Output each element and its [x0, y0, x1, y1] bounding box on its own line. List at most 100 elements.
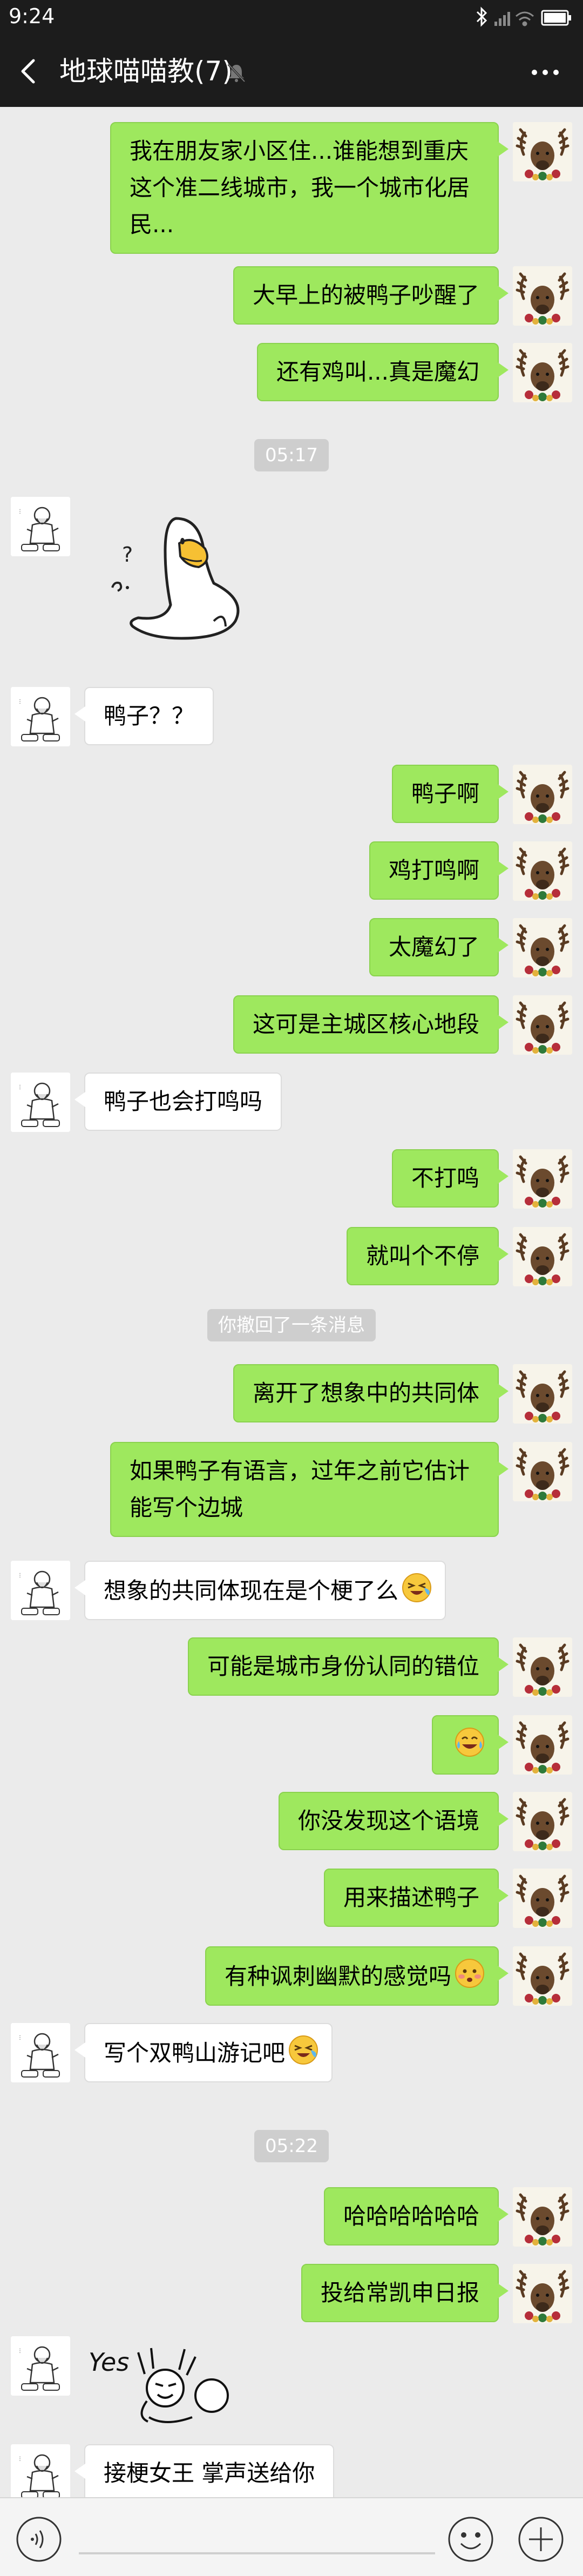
message-bubble[interactable]: 鸭子？？: [74, 687, 214, 745]
mute-bell-icon: [226, 62, 247, 83]
blush-emoji: [453, 1957, 484, 1988]
tears-of-joy-emoji: [453, 1726, 484, 1757]
avatar-moose[interactable]: [513, 1149, 572, 1209]
message-text: 这可是主城区核心地段: [252, 1011, 479, 1037]
message-bubble[interactable]: 写个双鸭山游记吧: [74, 2023, 333, 2082]
status-bar: 9:24: [0, 0, 583, 36]
message-bubble[interactable]: 有种讽刺幽默的感觉吗: [205, 1946, 509, 2006]
message-bubble[interactable]: 鸭子也会打鸣吗: [74, 1073, 282, 1131]
message-text: 还有鸡叫...真是魔幻: [276, 359, 479, 385]
chat-header: 地球喵喵教(7): [0, 36, 583, 107]
voice-icon[interactable]: [14, 2514, 64, 2564]
avatar-moose[interactable]: [513, 1364, 572, 1424]
message-text: 我在朋友家小区住...谁能想到重庆这个准二线城市，我一个城市化居民...: [130, 138, 470, 238]
avatar-sketch[interactable]: ⋮: [11, 1073, 70, 1132]
message-bubble[interactable]: 用来描述鸭子: [323, 1869, 509, 1927]
message-bubble[interactable]: 我在朋友家小区住...谁能想到重庆这个准二线城市，我一个城市化居民...: [110, 122, 509, 254]
message-text: 大早上的被鸭子吵醒了: [252, 282, 479, 308]
message-bubble[interactable]: 鸭子啊: [391, 765, 509, 823]
avatar-sketch[interactable]: ⋮: [11, 1561, 70, 1620]
avatar-moose[interactable]: [513, 1637, 572, 1697]
avatar-moose[interactable]: [513, 918, 572, 977]
input-bar: [0, 2497, 583, 2576]
message-bubble[interactable]: 可能是城市身份认同的错位: [187, 1637, 509, 1696]
message-bubble[interactable]: 鸡打鸣啊: [369, 841, 509, 900]
avatar-moose[interactable]: [513, 1946, 572, 2006]
message-text: 写个双鸭山游记吧: [104, 2040, 286, 2066]
message-text: 就叫个不停: [365, 1243, 479, 1269]
avatar-moose[interactable]: [513, 765, 572, 824]
message-text: 鸭子？？: [104, 703, 195, 729]
yes-sticker[interactable]: Yes: [84, 2336, 246, 2430]
system-notice: 你撤回了一条消息: [0, 1309, 583, 1341]
avatar-moose[interactable]: [513, 2264, 572, 2323]
message-text: 如果鸭子有语言，过年之前它估计能写个边城: [130, 1458, 470, 1521]
avatar-moose[interactable]: [513, 122, 572, 181]
question-mark: ?: [122, 543, 133, 567]
svg-text:⋮: ⋮: [17, 2035, 23, 2041]
message-bubble[interactable]: 哈哈哈哈哈哈: [323, 2187, 509, 2245]
timestamp: 05:22: [0, 2130, 583, 2162]
laugh-cry-emoji: [287, 2034, 318, 2065]
message-text: 投给常凯申日报: [320, 2280, 479, 2306]
signal-icon: [494, 12, 510, 26]
avatar-moose[interactable]: [513, 1792, 572, 1851]
svg-text:⋮: ⋮: [17, 1573, 23, 1579]
message-bubble[interactable]: 不打鸣: [391, 1149, 509, 1208]
message-bubble[interactable]: [432, 1715, 509, 1775]
message-text: 鸭子也会打鸣吗: [104, 1088, 263, 1115]
message-bubble[interactable]: 接梗女王 掌声送给你: [74, 2444, 335, 2503]
message-text: 接梗女王 掌声送给你: [104, 2460, 315, 2486]
message-text: 鸭子啊: [411, 780, 479, 807]
svg-text:⋮: ⋮: [17, 699, 23, 705]
message-bubble[interactable]: 想象的共同体现在是个梗了么: [74, 1561, 446, 1620]
avatar-sketch[interactable]: ⋮: [11, 2336, 70, 2396]
yes-text: Yes: [89, 2348, 129, 2377]
message-text: 用来描述鸭子: [343, 1884, 479, 1911]
avatar-sketch[interactable]: ⋮: [11, 2023, 70, 2082]
chat-area[interactable]: 我在朋友家小区住...谁能想到重庆这个准二线城市，我一个城市化居民... 大早上…: [0, 107, 583, 2504]
more-dots-icon[interactable]: [529, 62, 561, 83]
message-bubble[interactable]: 大早上的被鸭子吵醒了: [233, 266, 509, 325]
message-text: 可能是城市身份认同的错位: [207, 1653, 479, 1680]
avatar-moose[interactable]: [513, 266, 572, 326]
message-input[interactable]: [79, 2552, 435, 2554]
message-text: 哈哈哈哈哈哈: [343, 2203, 479, 2229]
message-text: 你没发现这个语境: [297, 1808, 479, 1834]
timestamp-label: 05:17: [254, 439, 329, 471]
bluetooth-icon: [476, 6, 487, 27]
avatar-sketch[interactable]: ⋮: [11, 687, 70, 746]
message-bubble[interactable]: 投给常凯申日报: [301, 2264, 509, 2322]
battery-icon: [541, 10, 571, 26]
message-bubble[interactable]: 离开了想象中的共同体: [233, 1364, 509, 1422]
message-text: 有种讽刺幽默的感觉吗: [224, 1963, 451, 1990]
emoji-face-icon[interactable]: [446, 2514, 496, 2564]
wifi-off-icon: [516, 11, 534, 26]
message-bubble[interactable]: 你没发现这个语境: [278, 1792, 509, 1850]
avatar-moose[interactable]: [513, 841, 572, 901]
message-text: 鸡打鸣啊: [388, 857, 479, 884]
avatar-sketch[interactable]: ⋮: [11, 2444, 70, 2504]
message-bubble[interactable]: 这可是主城区核心地段: [233, 995, 509, 1054]
svg-text:⋮: ⋮: [17, 1084, 23, 1090]
avatar-moose[interactable]: [513, 1442, 572, 1501]
svg-text:⋮: ⋮: [17, 2348, 23, 2354]
message-text: 不打鸣: [411, 1165, 479, 1191]
message-bubble[interactable]: 就叫个不停: [346, 1227, 509, 1285]
message-bubble[interactable]: 如果鸭子有语言，过年之前它估计能写个边城: [110, 1442, 509, 1537]
avatar-moose[interactable]: [513, 1715, 572, 1775]
message-bubble[interactable]: 太魔幻了: [369, 918, 509, 976]
back-arrow-icon[interactable]: [15, 55, 42, 87]
avatar-moose[interactable]: [513, 1869, 572, 1928]
message-bubble[interactable]: 还有鸡叫...真是魔幻: [256, 343, 509, 401]
avatar-moose[interactable]: [513, 995, 572, 1055]
status-time: 9:24: [9, 4, 55, 28]
plus-icon[interactable]: [516, 2514, 566, 2564]
avatar-moose[interactable]: [513, 343, 572, 402]
message-text: 太魔幻了: [388, 934, 479, 960]
laugh-cry-emoji: [401, 1572, 432, 1602]
avatar-sketch[interactable]: ⋮: [11, 497, 70, 556]
avatar-moose[interactable]: [513, 1227, 572, 1286]
duck-sticker[interactable]: ?: [84, 497, 262, 645]
avatar-moose[interactable]: [513, 2187, 572, 2247]
